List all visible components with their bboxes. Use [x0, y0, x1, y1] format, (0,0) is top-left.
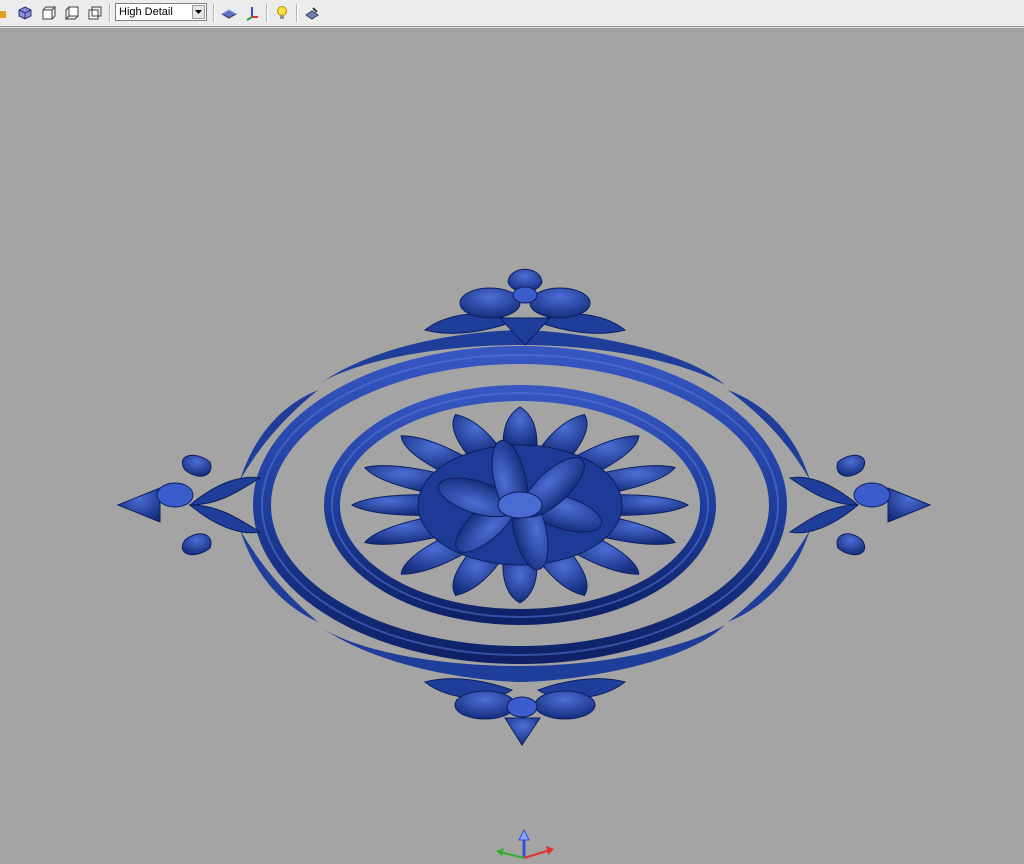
- ornament-left: [116, 454, 262, 556]
- flower-petal: [612, 494, 690, 516]
- model-canvas: [116, 268, 932, 859]
- flower-center: [497, 491, 543, 519]
- axis-icon[interactable]: [242, 3, 262, 23]
- chevron-down-icon[interactable]: [192, 5, 205, 19]
- ornament-top: [423, 268, 627, 346]
- center-flower: [350, 406, 690, 604]
- rosette-model: [116, 268, 932, 746]
- toolbar-separator: [213, 4, 215, 22]
- view-toolbar: High Detail: [0, 0, 1024, 27]
- axis-triad: [496, 828, 554, 859]
- side-view-icon[interactable]: [62, 3, 82, 23]
- toolbar-separator: [109, 4, 111, 22]
- light-bulb-icon[interactable]: [272, 3, 292, 23]
- partial-icon[interactable]: [0, 3, 12, 23]
- iso-view-icon[interactable]: [15, 3, 35, 23]
- toolbar-separator: [266, 4, 268, 22]
- toolbar-separator: [296, 4, 298, 22]
- flat-shade-icon[interactable]: [219, 3, 239, 23]
- flower-petal: [350, 494, 428, 516]
- ornament-bottom: [423, 678, 627, 746]
- detail-level-select[interactable]: High Detail: [115, 3, 207, 21]
- render-settings-icon[interactable]: [302, 3, 322, 23]
- detail-level-value: High Detail: [119, 6, 173, 18]
- ornament-right: [788, 454, 932, 556]
- 3d-viewport[interactable]: [0, 28, 1024, 864]
- front-view-icon[interactable]: [39, 3, 59, 23]
- back-view-icon[interactable]: [85, 3, 105, 23]
